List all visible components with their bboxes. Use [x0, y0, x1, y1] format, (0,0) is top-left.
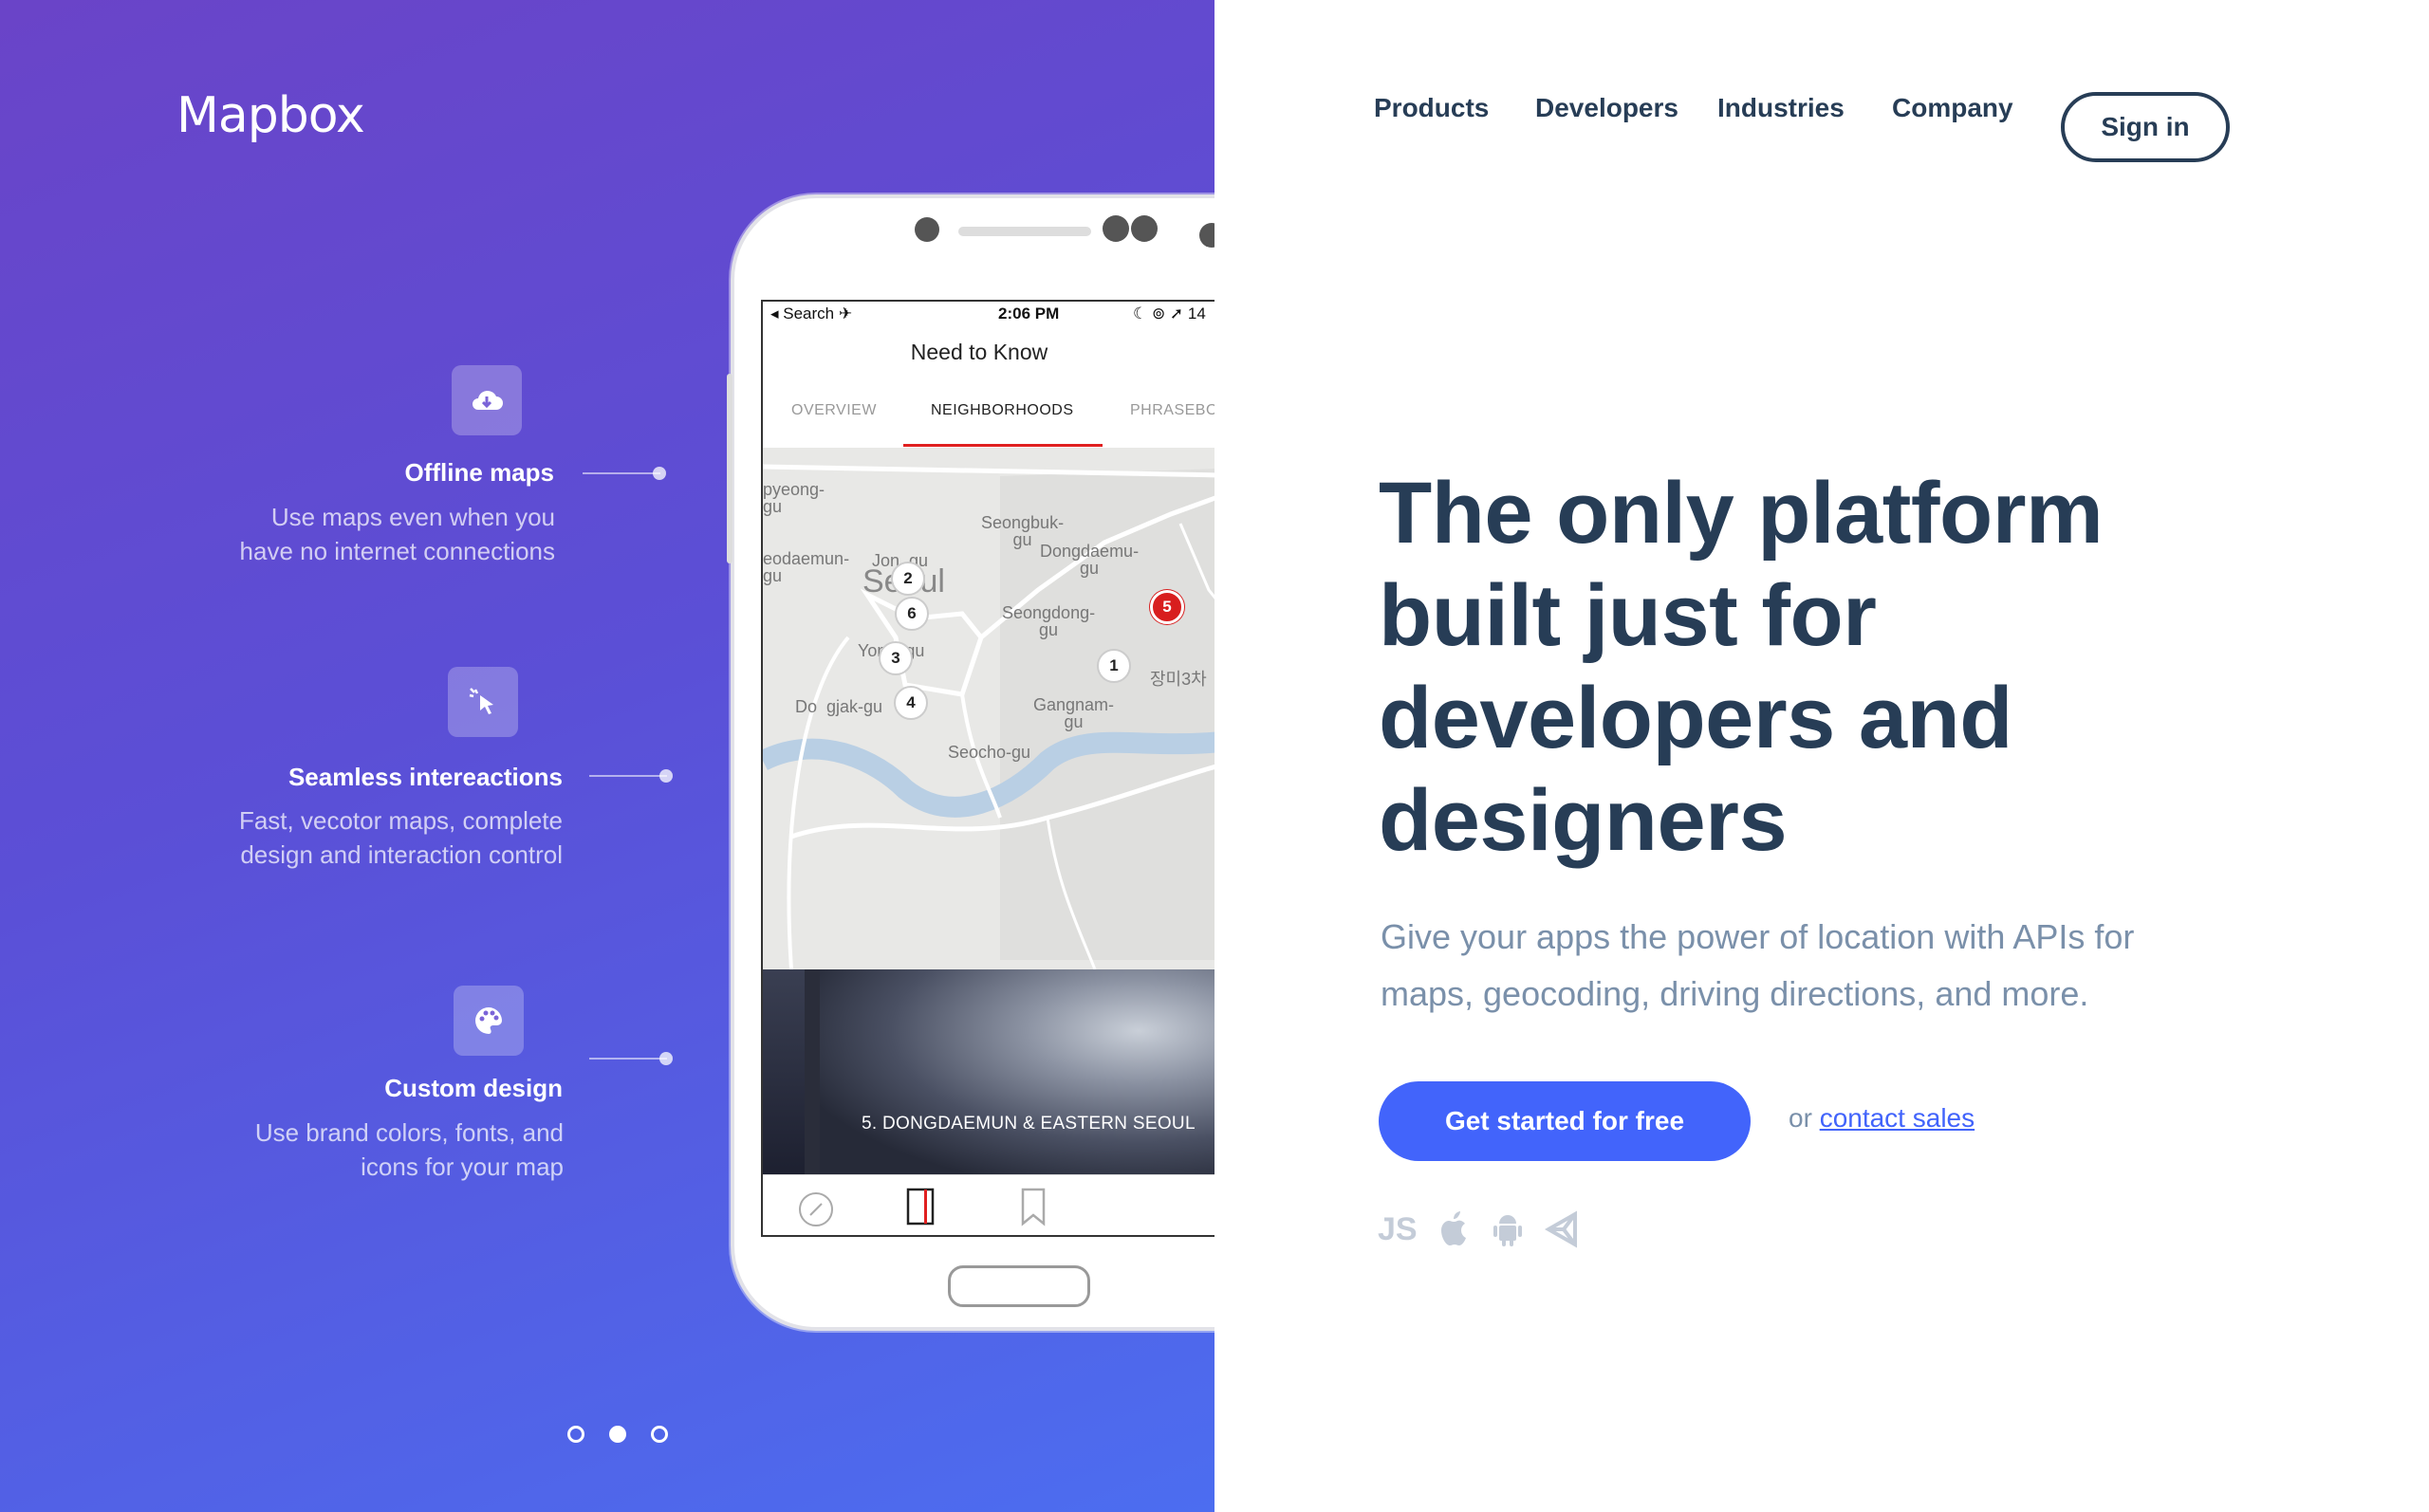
nav-developers[interactable]: Developers — [1535, 93, 1678, 123]
carousel-dots — [567, 1426, 668, 1443]
cursor-click-icon — [448, 667, 518, 737]
map-label: eodaemun-gu — [763, 549, 850, 585]
map-label: Dongdaemu-gu — [1040, 542, 1140, 578]
tab-neighborhoods[interactable]: NEIGHBORHOODS — [931, 402, 1074, 419]
map-label: Seocho-gu — [948, 743, 1031, 762]
contact-sales-link[interactable]: contact sales — [1820, 1103, 1975, 1133]
feature-description: Fast, vecotor maps, complete design and … — [126, 803, 563, 872]
feature-desc-line: design and interaction control — [240, 840, 563, 869]
map-label: Seongdong-gu — [1002, 603, 1096, 639]
feature-title: Seamless intereactions — [287, 763, 563, 791]
nav-company[interactable]: Company — [1892, 93, 2013, 123]
tab-overview[interactable]: OVERVIEW — [791, 402, 877, 419]
status-back[interactable]: ◂ Search ✈ — [770, 304, 852, 323]
phone-camera — [915, 217, 939, 242]
phone-home-button — [948, 1265, 1090, 1307]
status-bar: ◂ Search ✈ 2:06 PM ☾ ⊚ ➚ 14 — [763, 302, 1214, 326]
sign-in-button[interactable]: Sign in — [2061, 92, 2230, 162]
status-icons: ☾ ⊚ ➚ 14 — [1133, 304, 1206, 323]
feature-desc-line: have no internet connections — [239, 537, 555, 565]
subtitle-line: Give your apps the power of location wit… — [1381, 917, 2135, 956]
status-time: 2:06 PM — [998, 304, 1060, 323]
contact-sales-line: or contact sales — [1789, 1103, 1975, 1134]
map-pin[interactable]: 1 — [1097, 649, 1131, 683]
map-pin[interactable]: 4 — [894, 686, 928, 720]
phone-mockup: ◂ Search ✈ 2:06 PM ☾ ⊚ ➚ 14 Need to Know… — [727, 194, 1214, 1331]
compass-icon[interactable] — [797, 1190, 835, 1228]
phone-sensor — [1131, 215, 1158, 242]
cloud-download-icon — [452, 365, 522, 435]
phone-side-button — [727, 374, 732, 563]
map-pin-active[interactable]: 5 — [1150, 590, 1184, 624]
map-view[interactable]: Seongbuk-gu Dongdaemu-gu Seongdong-gu Ga… — [763, 448, 1214, 969]
phone-tab-bar: OVERVIEW NEIGHBORHOODS PHRASEBO — [763, 402, 1214, 440]
bookmark-icon[interactable] — [1017, 1187, 1049, 1228]
nav-products[interactable]: Products — [1374, 93, 1489, 123]
neighborhood-card[interactable]: 5. DONGDAEMUN & EASTERN SEOUL — [763, 969, 1214, 1174]
headline-line: developers and — [1379, 670, 2012, 766]
card-caption: 5. DONGDAEMUN & EASTERN SEOUL — [862, 1114, 1196, 1134]
headline-line: The only platform — [1379, 465, 2104, 562]
hero-headline: The only platform built just for develop… — [1379, 462, 2233, 872]
feature-title: Custom design — [384, 1074, 563, 1102]
mapbox-logo[interactable]: Mapbox — [176, 87, 365, 144]
subtitle-line: maps, geocoding, driving directions, and… — [1381, 974, 2089, 1013]
status-back-label: Search — [783, 304, 835, 323]
carousel-dot-active[interactable] — [609, 1426, 626, 1443]
book-icon[interactable] — [905, 1187, 937, 1228]
feature-connector — [589, 1052, 673, 1065]
card-thumbnail — [763, 969, 805, 1174]
phone-sensor — [1103, 215, 1129, 242]
phone-screen: ◂ Search ✈ 2:06 PM ☾ ⊚ ➚ 14 Need to Know… — [761, 300, 1214, 1237]
map-label: pyeong-gu — [763, 480, 825, 516]
map-label: Gangnam-gu — [1033, 695, 1115, 731]
or-text: or — [1789, 1103, 1812, 1133]
phone-sensor — [1199, 223, 1214, 248]
feature-description: Use maps even when you have no internet … — [119, 500, 555, 568]
phone-speaker — [958, 227, 1091, 236]
carousel-dot[interactable] — [567, 1426, 584, 1443]
card-photo — [820, 969, 1214, 1174]
apple-icon[interactable] — [1438, 1208, 1471, 1250]
js-icon[interactable]: JS — [1378, 1208, 1418, 1250]
feature-title: Offline maps — [404, 458, 554, 487]
map-pin[interactable]: 2 — [891, 562, 925, 596]
feature-description: Use brand colors, fonts, and icons for y… — [127, 1116, 564, 1184]
platform-icons: JS — [1378, 1208, 1581, 1250]
screen-title: Need to Know — [910, 340, 1048, 364]
unity-icon[interactable] — [1544, 1208, 1581, 1250]
feature-desc-line: Use maps even when you — [270, 503, 555, 531]
feature-desc-line: icons for your map — [361, 1152, 564, 1181]
get-started-button[interactable]: Get started for free — [1379, 1081, 1751, 1161]
tab-phrasebook[interactable]: PHRASEBO — [1130, 402, 1214, 419]
phone-bottom-tab-bar — [763, 1174, 1214, 1235]
feature-connector — [589, 769, 673, 783]
left-panel: Mapbox Offline maps Use maps even when y… — [0, 0, 1214, 1512]
map-pin[interactable]: 3 — [879, 641, 913, 675]
headline-line: built just for — [1379, 567, 1877, 664]
map-label: Do gjak-gu — [795, 697, 883, 716]
headline-line: designers — [1379, 772, 1788, 869]
feature-desc-line: Fast, vecotor maps, complete — [238, 806, 563, 835]
status-battery: 14 — [1187, 304, 1206, 323]
android-icon[interactable] — [1492, 1208, 1524, 1250]
map-label: 장미3차 — [1150, 670, 1207, 689]
feature-desc-line: Use brand colors, fonts, and — [254, 1118, 564, 1147]
map-pin[interactable]: 6 — [895, 597, 929, 631]
nav-industries[interactable]: Industries — [1717, 93, 1845, 123]
hero-subtitle: Give your apps the power of location wit… — [1381, 909, 2216, 1023]
active-tab-indicator — [903, 444, 1103, 447]
carousel-dot[interactable] — [651, 1426, 668, 1443]
feature-connector — [583, 467, 666, 480]
palette-icon — [454, 986, 524, 1056]
